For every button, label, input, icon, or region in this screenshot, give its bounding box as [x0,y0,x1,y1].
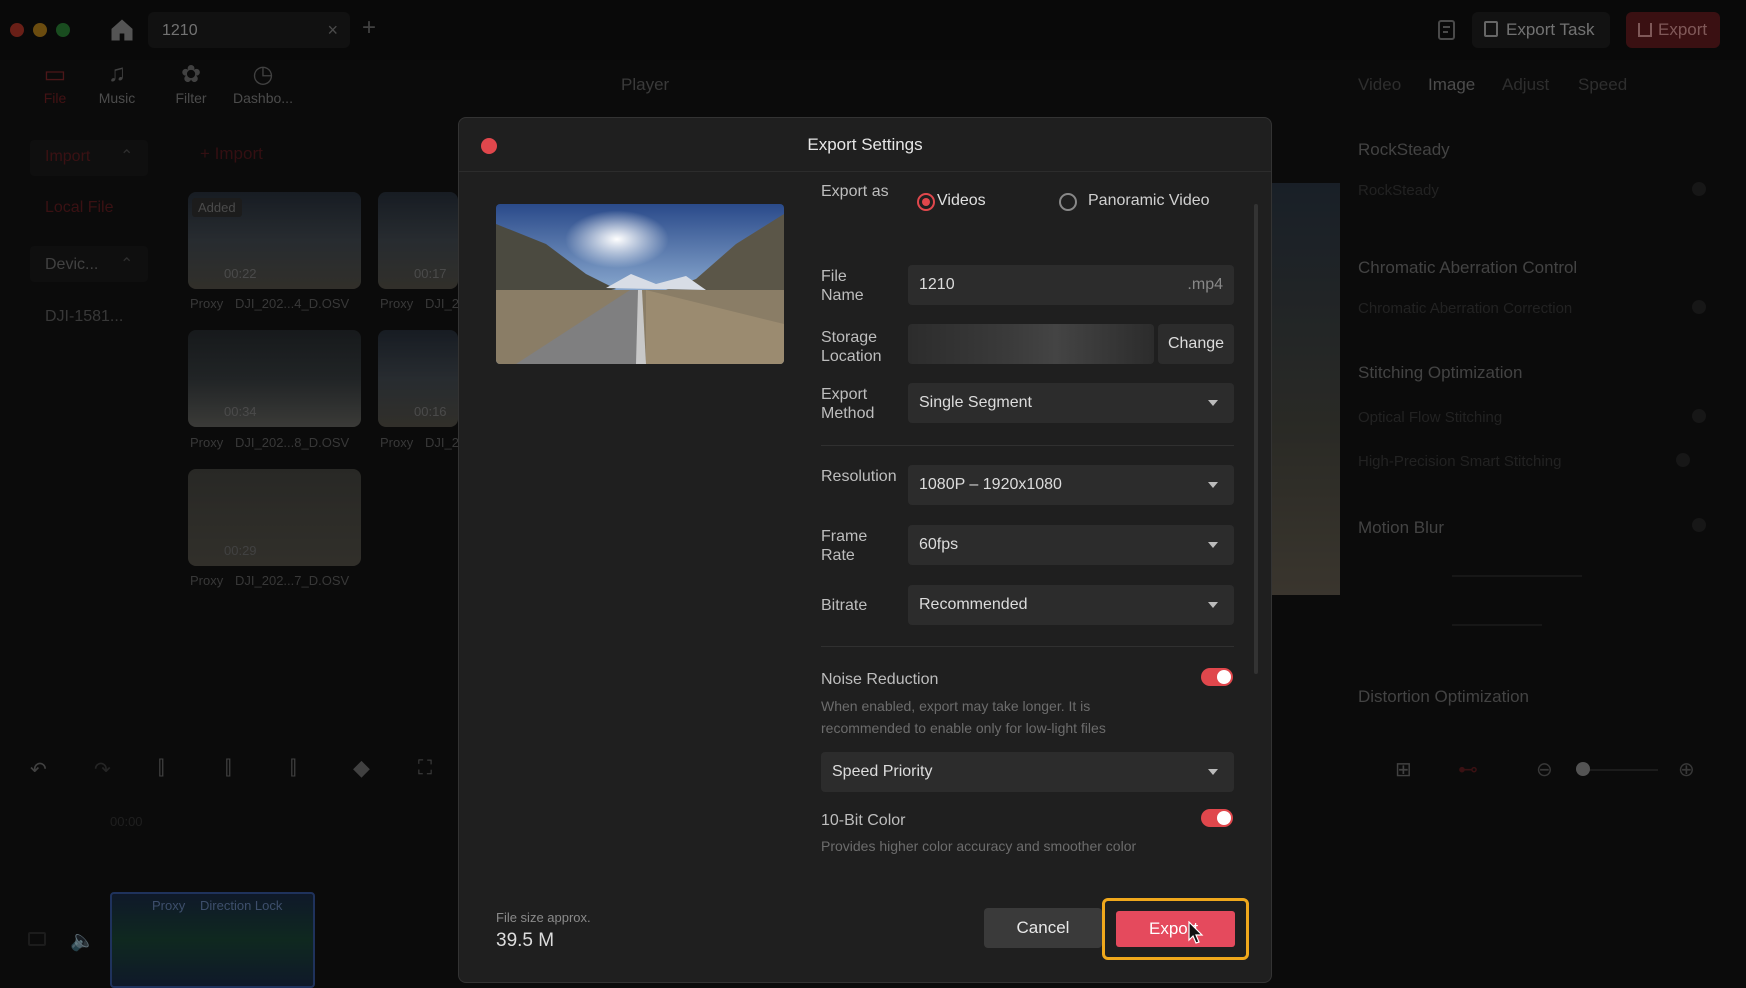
chevron-down-icon [1208,542,1218,548]
chevron-down-icon [1208,482,1218,488]
file-name-label: File Name [821,268,864,304]
file-name-input[interactable]: 1210 .mp4 [908,265,1234,305]
export-preview-image [496,204,784,364]
radio-panoramic-label[interactable]: Panoramic Video [1088,192,1210,210]
frame-rate-label: Frame Rate [821,528,868,564]
noise-reduction-hint: When enabled, export may take longer. It… [821,698,1106,736]
bitrate-select[interactable]: Recommended [908,585,1234,625]
file-size-value: 39.5 M [496,930,555,951]
export-button[interactable]: Export [1116,911,1235,947]
chevron-down-icon [1208,602,1218,608]
export-settings-dialog: Export Settings Export as Videos Panoram… [458,117,1272,983]
app-window: 1210 × + Export Task Export ▭ File ♫ Mus… [0,0,1746,988]
divider [821,445,1234,446]
export-button-highlight: Export [1102,898,1249,960]
radio-videos[interactable] [917,193,935,211]
bitrate-value: Recommended [919,596,1028,613]
resolution-select[interactable]: 1080P – 1920x1080 [908,465,1234,505]
export-method-select[interactable]: Single Segment [908,383,1234,423]
bitrate-label: Bitrate [821,597,868,614]
file-extension: .mp4 [1187,276,1223,293]
export-method-value: Single Segment [919,394,1032,411]
chevron-down-icon [1208,769,1218,775]
export-as-label: Export as [821,183,889,200]
radio-videos-label[interactable]: Videos [937,192,986,210]
dialog-title: Export Settings [807,135,923,154]
export-method-label: Export Method [821,386,875,422]
dialog-header: Export Settings [459,118,1271,172]
priority-value: Speed Priority [832,763,933,780]
storage-location-field[interactable] [908,324,1154,364]
frame-rate-select[interactable]: 60fps [908,525,1234,565]
resolution-value: 1080P – 1920x1080 [919,476,1062,493]
settings-scrollbar[interactable] [1254,204,1258,674]
change-location-button[interactable]: Change [1158,324,1234,364]
tenbit-color-label: 10-Bit Color [821,812,906,829]
mouse-cursor-icon [1188,921,1204,944]
file-name-value: 1210 [919,276,955,293]
noise-reduction-label: Noise Reduction [821,671,939,688]
file-size-label: File size approx. [496,910,591,925]
cancel-button[interactable]: Cancel [984,908,1102,948]
storage-location-label: Storage Location [821,329,882,365]
tenbit-color-toggle[interactable] [1201,809,1233,827]
divider [821,646,1234,647]
tenbit-color-hint: Provides higher color accuracy and smoot… [821,838,1137,854]
radio-panoramic[interactable] [1059,193,1077,211]
resolution-label: Resolution [821,468,897,485]
chevron-down-icon [1208,400,1218,406]
priority-select[interactable]: Speed Priority [821,752,1234,792]
noise-reduction-toggle[interactable] [1201,668,1233,686]
frame-rate-value: 60fps [919,536,959,553]
